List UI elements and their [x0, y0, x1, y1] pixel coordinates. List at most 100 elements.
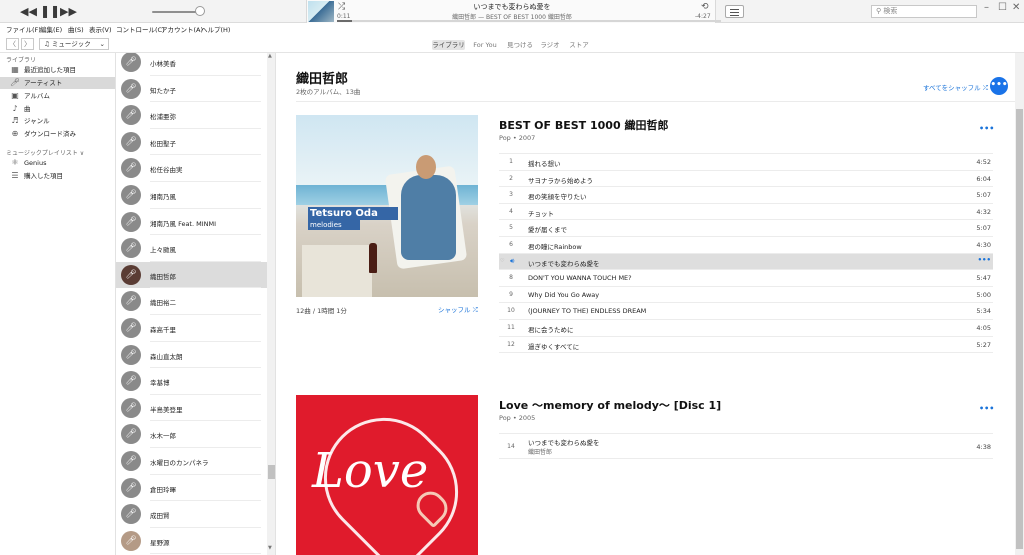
shuffle-icon[interactable]: ⤮ [338, 2, 345, 12]
sidebar-item-purchased[interactable]: ☰ 購入した項目 [0, 170, 115, 182]
artist-list-item[interactable]: 🎤︎ 織田哲郎 [116, 261, 267, 289]
album-artwork-best-of[interactable]: Tetsuro Oda melodies [296, 115, 478, 297]
artist-list-item[interactable]: 🎤︎ 半島美登里 [116, 395, 267, 422]
up-next-list-button[interactable] [725, 5, 744, 18]
more-options-button[interactable]: ••• [990, 77, 1008, 95]
artist-list-item[interactable]: 🎤︎ 松田聖子 [116, 129, 267, 156]
main-scrollbar[interactable] [1015, 53, 1024, 555]
track-row[interactable]: 1 揺れる想い 4:52 [499, 153, 993, 170]
track-row[interactable]: 14 いつまでも変わらぬ愛を 織田哲郎 4:38 [499, 433, 993, 459]
album-title[interactable]: BEST OF BEST 1000 織田哲郎 [499, 117, 668, 133]
volume-knob[interactable] [194, 6, 205, 16]
artist-name: 幸基博 [150, 379, 170, 388]
track-number: 4 [509, 207, 513, 215]
tab-radio[interactable]: ラジオ [540, 40, 560, 50]
track-row[interactable]: 9 Why Did You Go Away 5:00 [499, 285, 993, 303]
menu-bar: ファイル(F) 編集(E) 曲(S) 表示(V) コントロール(C) アカウント… [0, 23, 1024, 35]
sidebar-item-artists[interactable]: 🎤︎ アーティスト [0, 77, 115, 89]
search-input[interactable]: ⚲ 検索 [871, 5, 977, 18]
track-number: 10 [507, 307, 515, 315]
repeat-icon[interactable]: ⟲ [701, 2, 709, 12]
track-row[interactable]: 12 過ぎゆくすべてに 5:27 [499, 335, 993, 353]
love-icon[interactable]: ♡ [500, 258, 504, 264]
artist-list-item[interactable]: 🎤︎ 水曜日のカンパネラ [116, 448, 267, 475]
track-title: 愛が届くまで [528, 226, 567, 235]
album-more-icon[interactable]: ••• [979, 404, 994, 413]
artist-list-item[interactable]: 🎤︎ 松任谷由実 [116, 155, 267, 182]
tab-for-you[interactable]: For You [471, 40, 499, 50]
track-duration: 5:47 [976, 274, 991, 283]
shuffle-all-button[interactable]: すべてをシャッフル ⤮ [923, 82, 988, 93]
scroll-up-icon[interactable]: ▲ [268, 53, 272, 59]
remaining-time: -4:27 [695, 13, 711, 20]
sidebar-item-recently-added[interactable]: ▦ 最近追加した項目 [0, 64, 115, 76]
menu-account[interactable]: アカウント(A) [161, 24, 203, 34]
track-row[interactable]: 4 チョット 4:32 [499, 202, 993, 220]
menu-help[interactable]: ヘルプ(H) [201, 24, 230, 34]
playlists-header[interactable]: ミュージックプレイリスト ∨ [6, 148, 84, 157]
menu-controls[interactable]: コントロール(C) [116, 24, 165, 34]
track-row[interactable]: 10 (JOURNEY TO THE) ENDLESS DREAM 5:34 [499, 302, 993, 319]
previous-button[interactable]: ◀◀ [20, 4, 37, 19]
artist-list-item[interactable]: 🎤︎ 森山直太朗 [116, 342, 267, 369]
menu-view[interactable]: 表示(V) [89, 24, 112, 34]
track-number: 8 [509, 274, 513, 282]
artist-list-item[interactable]: 🎤︎ 上々颱風 [116, 235, 267, 262]
track-row[interactable]: 5 愛が届くまで 5:07 [499, 219, 993, 236]
artist-list-item[interactable]: 🎤︎ 成田賢 [116, 501, 267, 528]
artist-list-item[interactable]: 🎤︎ 湘南乃風 Feat. MINMI [116, 209, 267, 236]
artist-list-item[interactable]: 🎤︎ 幸基博 [116, 368, 267, 395]
menu-song[interactable]: 曲(S) [68, 24, 84, 34]
navigation-bar: 〈 〉 ♫ ミュージック ⌄ ライブラリ For You 見つける ラジオ スト… [0, 35, 1024, 53]
progress-bar[interactable] [337, 20, 721, 22]
artwork-bottle [369, 243, 377, 273]
minimize-icon[interactable]: – [984, 2, 989, 13]
track-row[interactable]: 2 サヨナラから始めよう 6:04 [499, 169, 993, 187]
sidebar-item-albums[interactable]: ▣ アルバム [0, 90, 115, 102]
artist-list-item[interactable]: 🎤︎ 星野源 [116, 528, 267, 555]
artist-list-item[interactable]: 🎤︎ 水木一郎 [116, 421, 267, 448]
playlist-icon: ☰ [11, 171, 19, 180]
artist-list-item[interactable]: 🎤︎ 湘南乃風 [116, 182, 267, 209]
media-picker-label: ミュージック [51, 40, 91, 48]
menu-file[interactable]: ファイル(F) [6, 24, 41, 34]
album-shuffle-button[interactable]: シャッフル ⤮ [438, 304, 478, 315]
artist-list-item[interactable]: 🎤︎ 倉田玲暉 [116, 475, 267, 502]
track-row[interactable]: 8 DON'T YOU WANNA TOUCH ME? 5:47 [499, 269, 993, 286]
track-row[interactable]: 6 君の瞳にRainbow 4:30 [499, 236, 993, 253]
artist-list-item[interactable]: 🎤︎ 知たか子 [116, 76, 267, 103]
media-picker[interactable]: ♫ ミュージック ⌄ [39, 38, 109, 50]
pause-button[interactable]: ❚❚ [40, 4, 60, 19]
sidebar-item-genius[interactable]: ⚛ Genius [0, 157, 115, 169]
tab-store[interactable]: ストア [567, 40, 591, 50]
album-title[interactable]: Love 〜memory of melody〜 [Disc 1] [499, 397, 721, 413]
artist-list-item[interactable]: 🎤︎ 森高千里 [116, 315, 267, 342]
close-icon[interactable]: ✕ [1012, 2, 1020, 13]
forward-button[interactable]: 〉 [21, 38, 34, 50]
scroll-down-icon[interactable]: ▼ [268, 545, 272, 551]
track-row[interactable]: 3 君の笑顔を守りたい 5:07 [499, 186, 993, 203]
tab-library[interactable]: ライブラリ [432, 40, 465, 50]
album-artwork-love[interactable]: Love [296, 395, 478, 555]
back-button[interactable]: 〈 [6, 38, 19, 50]
next-button[interactable]: ▶▶ [60, 4, 77, 19]
album-more-icon[interactable]: ••• [979, 124, 994, 133]
album-shuffle-label: シャッフル [438, 306, 471, 314]
artist-list-scrollbar[interactable]: ▲ ▼ [267, 53, 275, 555]
tab-browse[interactable]: 見つける [506, 40, 534, 50]
now-playing-artwork[interactable] [308, 1, 334, 22]
album-meta: Pop • 2005 [499, 414, 536, 422]
sidebar-item-genres[interactable]: ♬ ジャンル [0, 115, 115, 127]
scroll-thumb[interactable] [268, 465, 275, 479]
sidebar-item-songs[interactable]: ♪ 曲 [0, 103, 115, 115]
menu-edit[interactable]: 編集(E) [40, 24, 62, 34]
maximize-icon[interactable]: ☐ [998, 2, 1007, 13]
track-row[interactable]: 11 君に会うために 4:05 [499, 319, 993, 336]
track-row[interactable]: ♡ 🔊︎ いつまでも変わらぬ愛を ••• [499, 252, 993, 270]
track-more-icon[interactable]: ••• [978, 256, 991, 264]
scroll-thumb[interactable] [1016, 109, 1023, 549]
artist-list-item[interactable]: 🎤︎ 松浦亜弥 [116, 102, 267, 129]
artist-list-item[interactable]: 🎤︎ 織田裕二 [116, 288, 267, 315]
artist-list-item[interactable]: 🎤︎ 小林美香 [116, 53, 267, 76]
sidebar-item-downloaded[interactable]: ⊕ ダウンロード済み [0, 128, 115, 140]
